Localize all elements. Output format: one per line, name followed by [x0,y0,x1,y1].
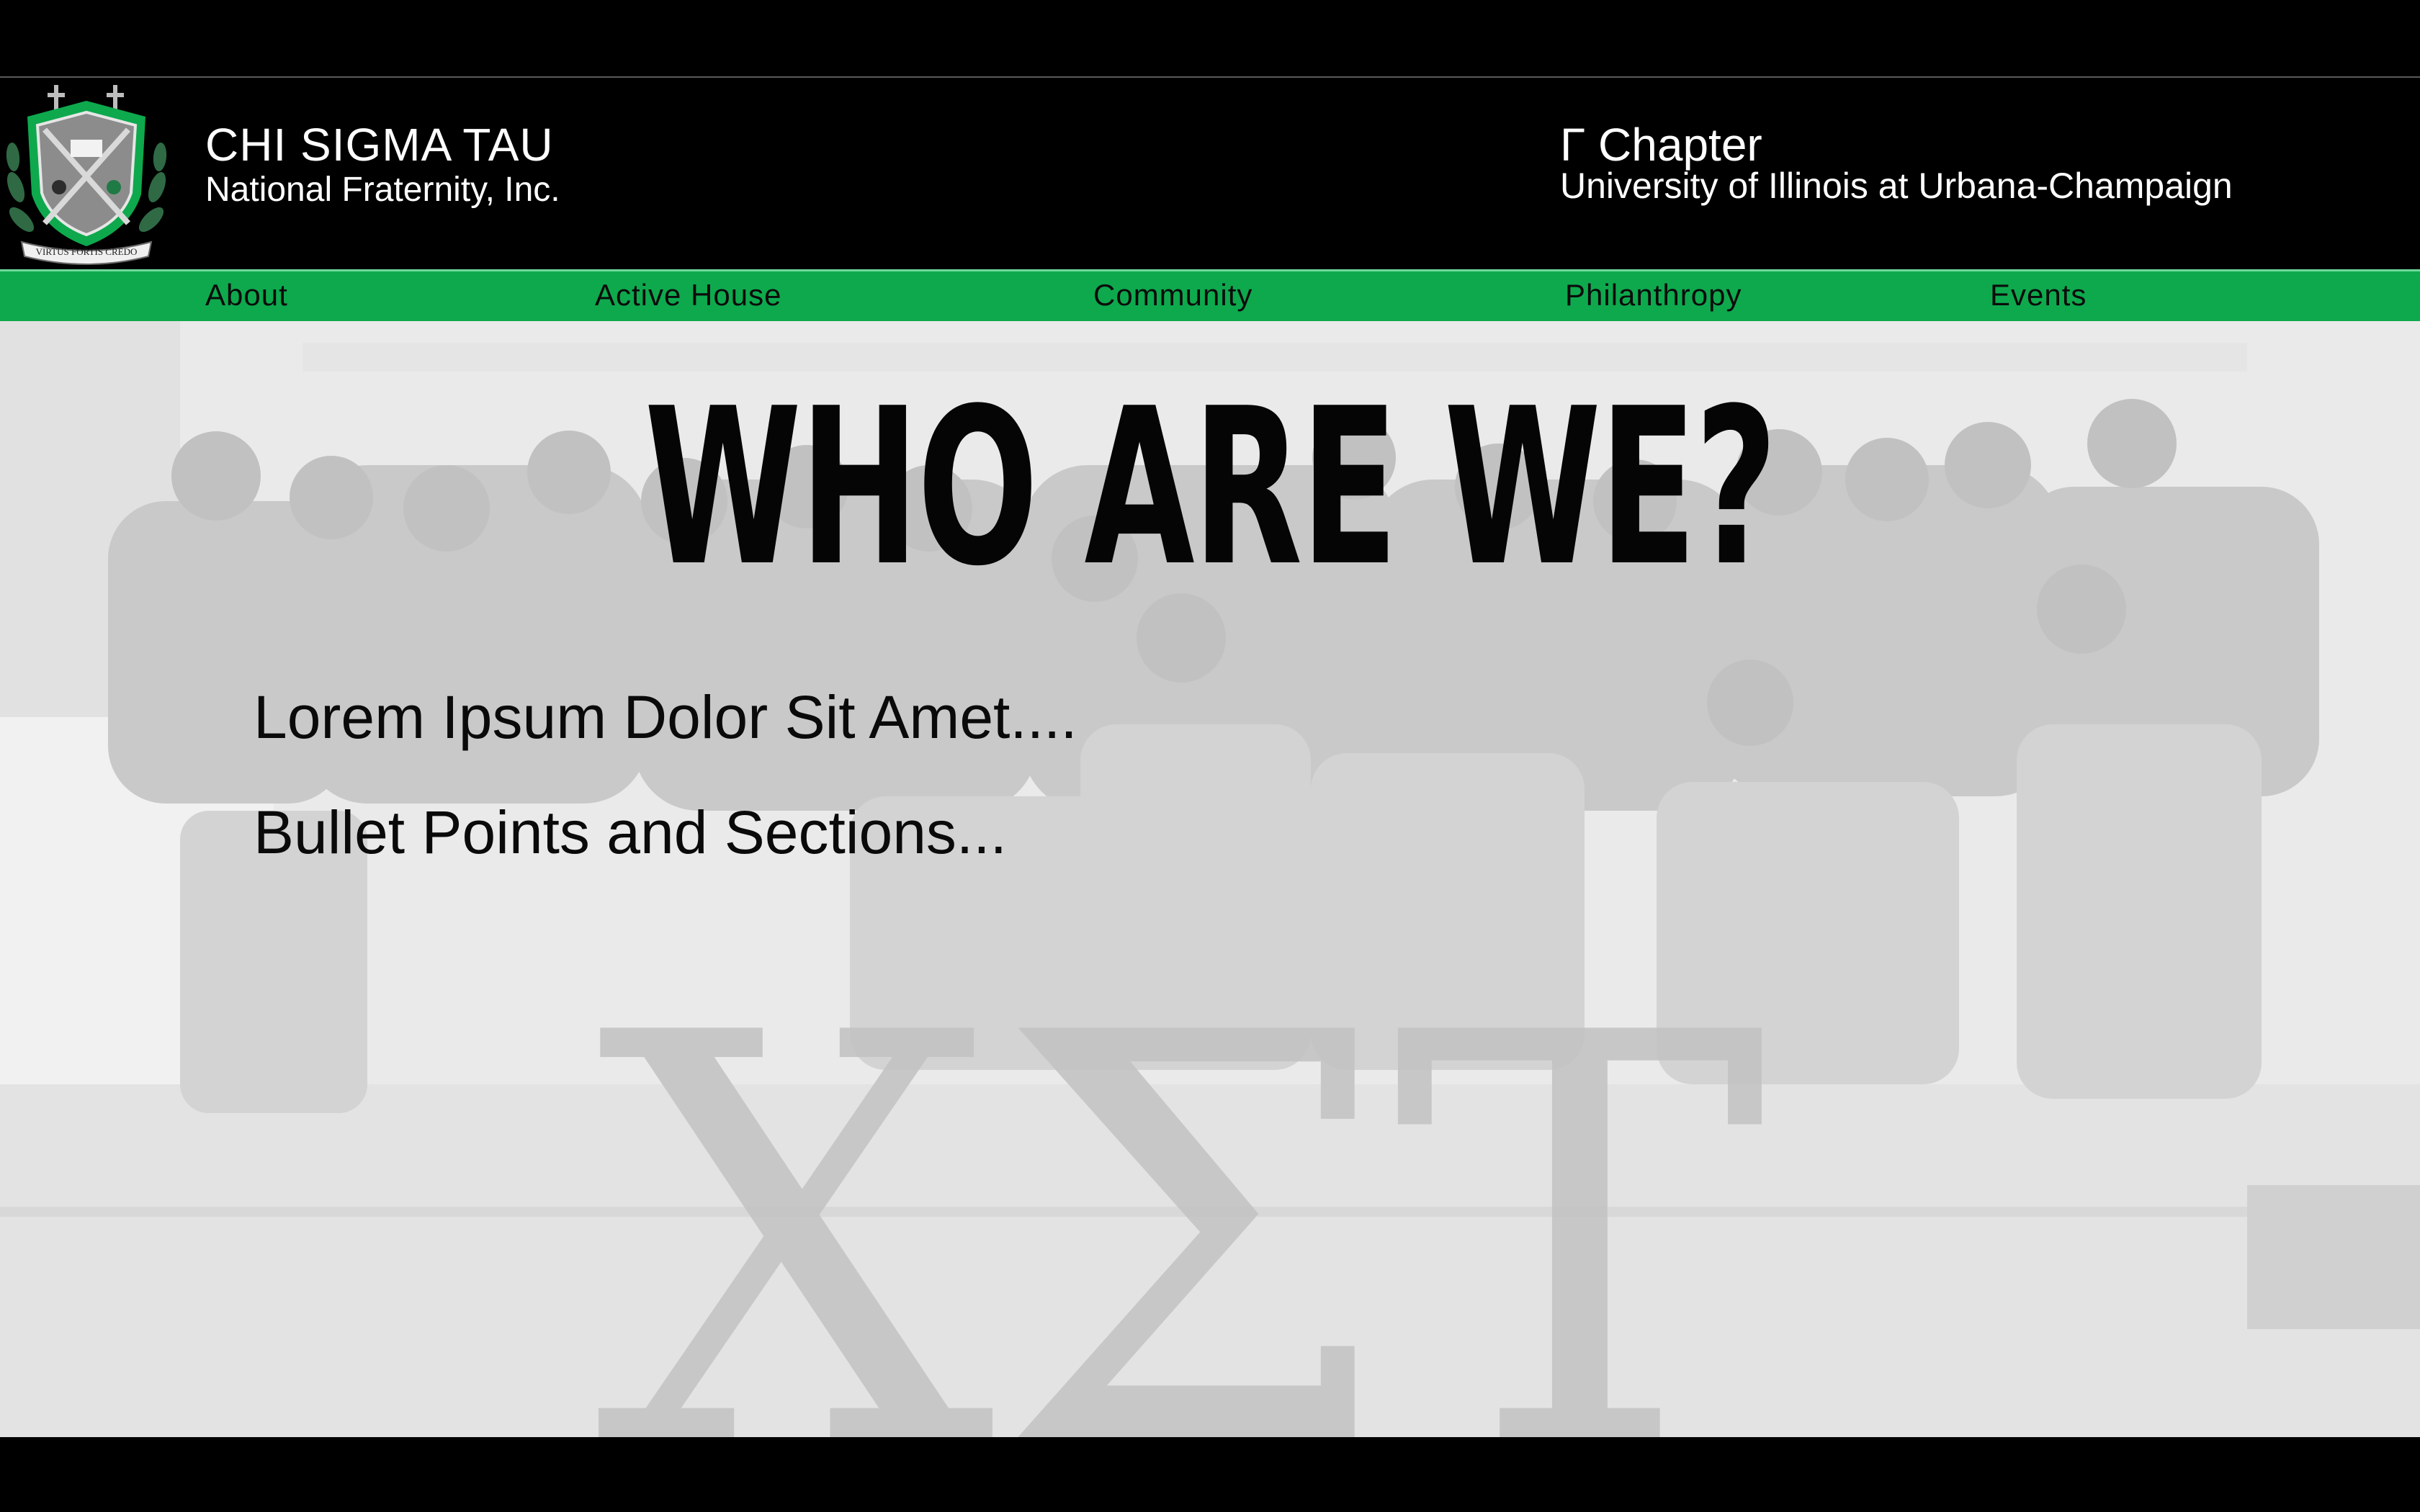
hero-section: ΧΣΤ WHO ARE WE? Lorem Ipsum Dolor Sit Am… [0,321,2420,1437]
chapter-subtitle: University of Illinois at Urbana-Champai… [1560,166,2233,206]
top-black-bar [0,0,2420,76]
org-subtitle: National Fraternity, Inc. [205,171,560,209]
svg-text:VIRTUS FORTIS CREDO: VIRTUS FORTIS CREDO [36,246,138,257]
crest-icon[interactable]: VIRTUS FORTIS CREDO [0,79,173,266]
nav-item-events[interactable]: Events [1990,271,2087,323]
nav-item-philanthropy[interactable]: Philanthropy [1565,271,1742,323]
intro-text: Lorem Ipsum Dolor Sit Amet.... [254,683,1077,751]
main-nav: About Active House Community Philanthrop… [0,269,2420,321]
nav-item-community[interactable]: Community [1093,271,1252,323]
org-name: CHI SIGMA TAU [205,119,554,171]
page-title: WHO ARE WE? [644,362,1778,613]
nav-item-active-house[interactable]: Active House [595,271,781,323]
bullet-placeholder-text: Bullet Points and Sections... [254,798,1007,866]
bottom-black-bar [0,1437,2420,1512]
chapter-name: Γ Chapter [1560,119,1762,171]
nav-item-about[interactable]: About [205,271,288,323]
